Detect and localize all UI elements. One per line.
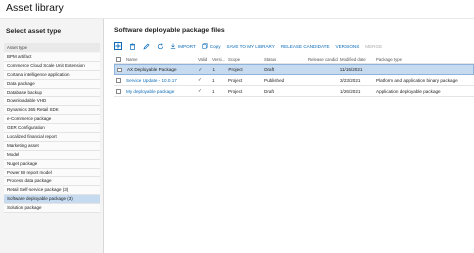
row-package-type: Application deployable package <box>376 88 441 94</box>
asset-type-item[interactable]: Cortana intelligence application <box>4 70 100 80</box>
window-title: Asset library <box>6 2 64 14</box>
row-scope: Project <box>228 67 243 72</box>
asset-type-item-selected[interactable]: Software deployable package (3) <box>4 195 100 205</box>
package-files-grid: Name Valid Versi... Scope Status Release… <box>114 55 474 97</box>
row-version: 1 <box>212 88 215 94</box>
row-checkbox[interactable] <box>114 77 124 83</box>
column-header-status[interactable]: Status <box>262 57 306 62</box>
asset-type-item[interactable]: Localized financial report <box>4 133 100 142</box>
row-status: Published <box>264 77 285 83</box>
column-header-valid[interactable]: Valid <box>196 57 210 62</box>
asset-type-item[interactable]: Nuget package <box>4 159 100 169</box>
asset-type-item[interactable]: e-Commerce package <box>4 115 100 125</box>
row-valid: ✓ <box>198 66 203 72</box>
asset-type-item[interactable]: Solution package <box>4 204 100 214</box>
row-checkbox[interactable] <box>114 88 124 94</box>
asset-type-item[interactable]: Downloadable VHD <box>4 97 100 107</box>
column-header-scope[interactable]: Scope <box>226 57 262 62</box>
merge-button: MERGE <box>365 43 383 49</box>
column-header-package-type[interactable]: Package type <box>374 57 474 62</box>
row-package-type: Platform and application binary package <box>376 77 458 83</box>
row-valid: ✓ <box>198 77 202 82</box>
asset-type-item[interactable]: Dynamics 365 Retail SDK <box>4 106 100 116</box>
asset-type-heading: Select asset type <box>6 28 62 35</box>
row-status: Draft <box>264 67 275 72</box>
column-header-version[interactable]: Versi... <box>210 57 226 62</box>
copy-button[interactable]: Copy <box>202 42 221 50</box>
asset-type-item[interactable]: Commerce Cloud Scale Unit Extension <box>4 61 100 71</box>
table-row[interactable]: Service Update - 10.0.17 ✓ 1 Project Pub… <box>114 75 474 86</box>
window-titlebar: Asset library <box>0 0 474 19</box>
package-files-heading: Software deployable package files <box>114 27 225 34</box>
table-row[interactable]: My deployable package ✓ 1 Project Draft … <box>114 86 474 97</box>
import-icon <box>170 43 176 50</box>
edit-icon[interactable] <box>142 42 150 50</box>
grid-header-row: Name Valid Versi... Scope Status Release… <box>114 55 474 64</box>
row-modified-date: 3/23/2021 <box>340 77 361 83</box>
add-icon[interactable] <box>114 42 122 50</box>
asset-type-list: BPM artifact Commerce Cloud Scale Unit E… <box>4 53 100 214</box>
import-label: IMPORT <box>178 43 196 49</box>
asset-type-panel: Select asset type Asset type BPM artifac… <box>0 19 104 253</box>
copy-icon <box>202 42 208 50</box>
asset-type-item[interactable]: GER Configuration <box>4 124 100 134</box>
asset-type-item[interactable]: Data package <box>4 79 100 89</box>
row-status: Draft <box>264 88 274 94</box>
row-checkbox[interactable] <box>115 67 125 73</box>
copy-label: Copy <box>209 43 221 49</box>
asset-type-item[interactable]: Model <box>4 150 100 160</box>
import-button[interactable]: IMPORT <box>170 43 196 50</box>
row-valid: ✓ <box>198 88 202 93</box>
row-scope: Project <box>228 88 243 94</box>
row-modified-date: 11/15/2021 <box>339 67 363 72</box>
asset-type-item[interactable]: Retail Self-service package (3) <box>4 186 100 196</box>
row-name-link[interactable]: Service Update - 10.0.17 <box>124 78 196 83</box>
asset-type-item[interactable]: Marketing asset <box>4 141 100 151</box>
toolbar: IMPORT Copy SAVE TO MY LIBRARY RELEASE C… <box>114 41 382 51</box>
row-name-link[interactable]: My deployable package <box>124 89 196 94</box>
asset-type-item[interactable]: BPM artifact <box>4 53 100 62</box>
column-header-name[interactable]: Name <box>124 57 196 62</box>
row-modified-date: 1/26/2021 <box>340 88 361 94</box>
save-to-library-button[interactable]: SAVE TO MY LIBRARY <box>227 44 275 49</box>
delete-icon[interactable] <box>128 42 136 50</box>
table-row[interactable]: AX Deployable Package ✓ 1 Project Draft … <box>114 64 474 75</box>
refresh-icon[interactable] <box>156 42 164 50</box>
release-candidate-button[interactable]: RELEASE CANDIDATE <box>281 44 330 49</box>
select-all-checkbox[interactable] <box>114 56 124 62</box>
column-header-release-candidate[interactable]: Release candida... <box>306 57 338 62</box>
versions-button[interactable]: VERSIONS <box>336 44 360 49</box>
asset-type-column-header[interactable]: Asset type <box>4 43 100 52</box>
row-version: 1 <box>212 77 215 83</box>
row-scope: Project <box>228 77 243 83</box>
asset-type-item[interactable]: Database backup <box>4 88 100 98</box>
package-files-panel: Software deployable package files IMPORT… <box>112 19 474 253</box>
column-header-modified-date[interactable]: Modified date <box>338 57 374 62</box>
row-name: AX Deployable Package <box>126 67 177 72</box>
asset-type-item[interactable]: Power BI report model <box>4 168 100 178</box>
asset-type-item[interactable]: Process data package <box>4 177 100 187</box>
row-version: 1 <box>212 67 216 72</box>
